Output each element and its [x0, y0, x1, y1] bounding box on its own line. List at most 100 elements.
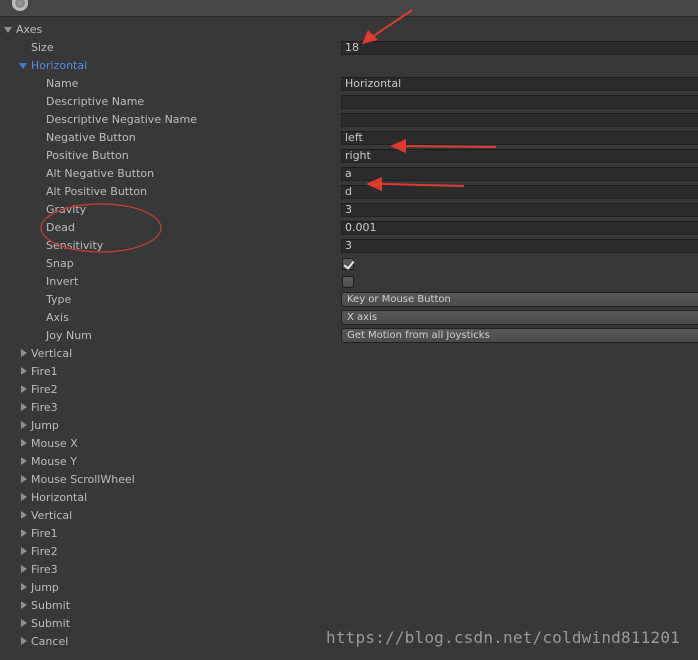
axis-foldout-label: Jump — [31, 581, 59, 594]
axis-foldout[interactable]: Submit — [0, 597, 698, 615]
positive-button-label: Positive Button — [46, 149, 129, 162]
dead-field[interactable]: 0.001 — [341, 221, 698, 235]
axis-foldout[interactable]: Jump — [0, 417, 698, 435]
invert-checkbox[interactable] — [342, 276, 354, 288]
triangle-right-icon[interactable] — [21, 565, 27, 573]
negative-button-row: Negative Button left — [0, 129, 698, 147]
axis-label-horizontal: Horizontal — [31, 59, 88, 72]
axis-foldout-label: Fire2 — [31, 383, 58, 396]
triangle-right-icon[interactable] — [21, 583, 27, 591]
triangle-down-icon[interactable] — [19, 63, 27, 69]
type-row: Type Key or Mouse Button — [0, 291, 698, 309]
alt-positive-button-field[interactable]: d — [341, 185, 698, 199]
axis-foldout[interactable]: Fire2 — [0, 543, 698, 561]
triangle-right-icon[interactable] — [21, 367, 27, 375]
dead-label: Dead — [46, 221, 75, 234]
dead-row: Dead 0.001 — [0, 219, 698, 237]
axis-foldout-label: Horizontal — [31, 491, 88, 504]
joy-num-label: Joy Num — [46, 329, 92, 342]
sensitivity-label: Sensitivity — [46, 239, 104, 252]
axis-foldout[interactable]: Mouse Y — [0, 453, 698, 471]
positive-button-field[interactable]: right — [341, 149, 698, 163]
triangle-right-icon[interactable] — [21, 619, 27, 627]
axis-foldout[interactable]: Fire3 — [0, 561, 698, 579]
name-field[interactable]: Horizontal — [341, 77, 698, 91]
axis-foldout[interactable]: Fire1 — [0, 525, 698, 543]
snap-row: Snap — [0, 255, 698, 273]
triangle-right-icon[interactable] — [21, 403, 27, 411]
axis-foldout-label: Submit — [31, 599, 71, 612]
axis-foldout-label: Cancel — [31, 635, 69, 648]
size-row: Size 18 — [0, 39, 698, 57]
invert-label: Invert — [46, 275, 79, 288]
alt-negative-button-field[interactable]: a — [341, 167, 698, 181]
triangle-right-icon[interactable] — [21, 601, 27, 609]
axis-foldout[interactable]: Mouse ScrollWheel — [0, 471, 698, 489]
name-label: Name — [46, 77, 79, 90]
axis-foldout-label: Fire3 — [31, 401, 58, 414]
axis-foldout-label: Jump — [31, 419, 59, 432]
snap-checkbox[interactable] — [342, 258, 355, 270]
triangle-right-icon[interactable] — [21, 457, 27, 465]
negative-button-field[interactable]: left — [341, 131, 698, 145]
axis-label: Axis — [46, 311, 69, 324]
joy-num-dropdown[interactable]: Get Motion from all Joysticks — [341, 328, 698, 343]
watermark: https://blog.csdn.net/coldwind811201 — [326, 628, 680, 647]
axis-row: Axis X axis — [0, 309, 698, 327]
axis-foldout[interactable]: Vertical — [0, 345, 698, 363]
gravity-label: Gravity — [46, 203, 87, 216]
triangle-right-icon[interactable] — [21, 421, 27, 429]
axis-foldout-label: Fire1 — [31, 365, 58, 378]
sensitivity-field[interactable]: 3 — [341, 239, 698, 253]
descriptive-negative-name-row: Descriptive Negative Name — [0, 111, 698, 129]
gravity-row: Gravity 3 — [0, 201, 698, 219]
axis-foldout-label: Mouse X — [31, 437, 78, 450]
triangle-right-icon[interactable] — [21, 529, 27, 537]
joy-num-row: Joy Num Get Motion from all Joysticks — [0, 327, 698, 345]
alt-negative-button-label: Alt Negative Button — [46, 167, 155, 180]
axis-foldout-label: Vertical — [31, 347, 73, 360]
type-label: Type — [46, 293, 72, 306]
negative-button-label: Negative Button — [46, 131, 136, 144]
axis-foldout[interactable]: Fire3 — [0, 399, 698, 417]
axes-foldout[interactable]: Axes — [0, 21, 698, 39]
triangle-right-icon[interactable] — [21, 493, 27, 501]
axis-foldout[interactable]: Vertical — [0, 507, 698, 525]
descriptive-name-field[interactable] — [341, 95, 698, 109]
axes-label: Axes — [16, 23, 43, 36]
inspector-header — [0, 0, 698, 17]
triangle-down-icon[interactable] — [4, 27, 12, 33]
gravity-field[interactable]: 3 — [341, 203, 698, 217]
sensitivity-row: Sensitivity 3 — [0, 237, 698, 255]
descriptive-negative-name-label: Descriptive Negative Name — [46, 113, 198, 126]
axis-foldout-label: Fire3 — [31, 563, 58, 576]
triangle-right-icon[interactable] — [21, 511, 27, 519]
alt-positive-button-label: Alt Positive Button — [46, 185, 148, 198]
snap-label: Snap — [46, 257, 74, 270]
type-dropdown[interactable]: Key or Mouse Button — [341, 292, 698, 307]
axis-foldout-horizontal[interactable]: Horizontal — [0, 57, 698, 75]
name-row: Name Horizontal — [0, 75, 698, 93]
triangle-right-icon[interactable] — [21, 439, 27, 447]
descriptive-negative-name-field[interactable] — [341, 113, 698, 127]
alt-positive-button-row: Alt Positive Button d — [0, 183, 698, 201]
triangle-right-icon[interactable] — [21, 385, 27, 393]
alt-negative-button-row: Alt Negative Button a — [0, 165, 698, 183]
triangle-right-icon[interactable] — [21, 637, 27, 645]
triangle-right-icon[interactable] — [21, 349, 27, 357]
triangle-right-icon[interactable] — [21, 475, 27, 483]
size-label: Size — [31, 41, 54, 54]
descriptive-name-label: Descriptive Name — [46, 95, 145, 108]
axis-foldout[interactable]: Mouse X — [0, 435, 698, 453]
axis-foldout-label: Mouse Y — [31, 455, 77, 468]
gear-icon — [12, 0, 28, 11]
triangle-right-icon[interactable] — [21, 547, 27, 555]
invert-row: Invert — [0, 273, 698, 291]
axis-foldout[interactable]: Jump — [0, 579, 698, 597]
size-field[interactable]: 18 — [341, 41, 698, 55]
axis-foldout[interactable]: Fire2 — [0, 381, 698, 399]
axis-dropdown[interactable]: X axis — [341, 310, 698, 325]
axis-foldout-label: Mouse ScrollWheel — [31, 473, 135, 486]
axis-foldout[interactable]: Fire1 — [0, 363, 698, 381]
axis-foldout[interactable]: Horizontal — [0, 489, 698, 507]
